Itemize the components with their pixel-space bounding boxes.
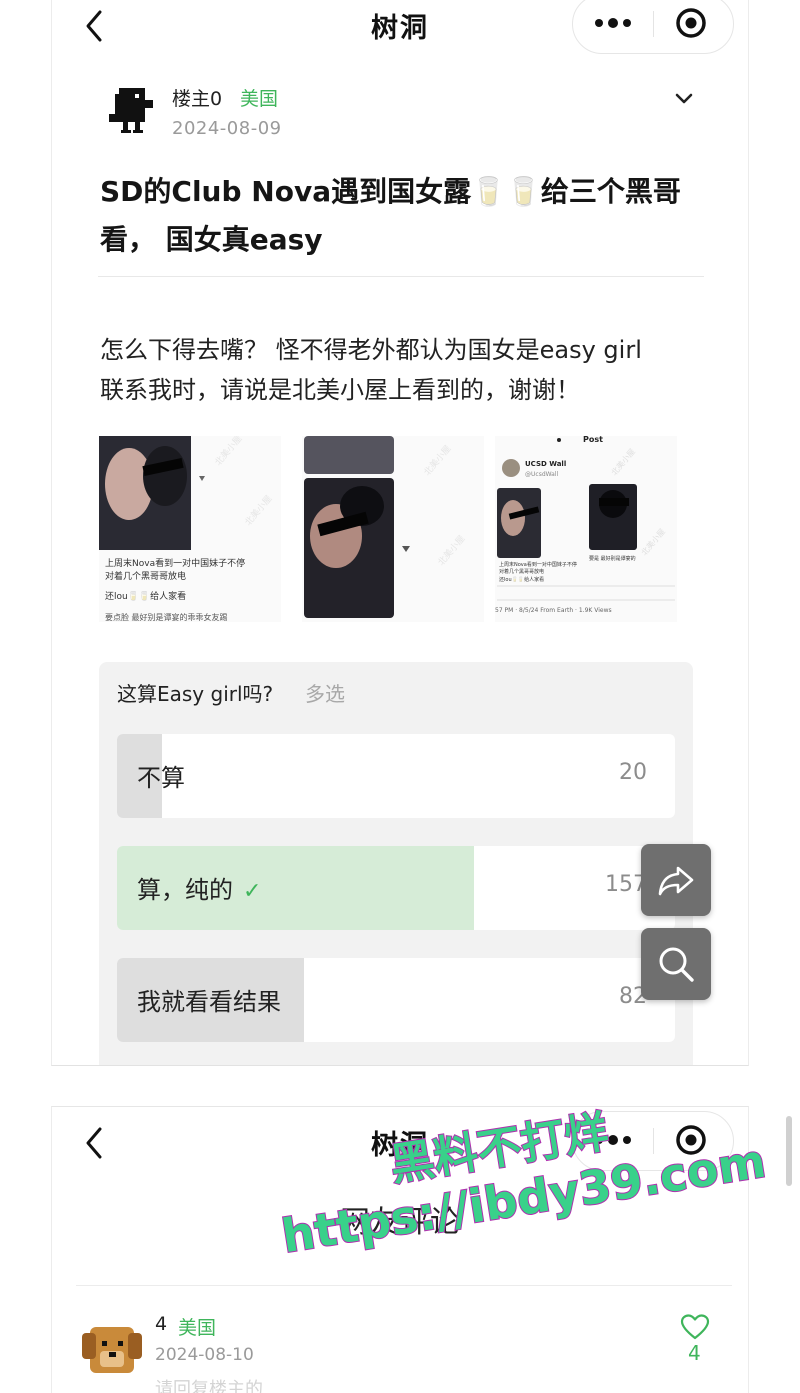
commenter-region: 美国	[178, 1317, 217, 1339]
share-icon	[658, 866, 694, 896]
like-count: 4	[688, 1341, 701, 1365]
mini-program-capsule	[572, 0, 734, 54]
image-caption: 对着几个黑哥哥放电	[499, 568, 544, 575]
check-icon: ✓	[243, 879, 262, 904]
post-body-line: 联系我时，请说是北美小屋上看到的，谢谢！	[100, 376, 580, 404]
svg-text:北美小屋: 北美小屋	[435, 533, 467, 568]
image-caption: 对着几个黑哥哥放电	[105, 570, 186, 582]
poll-option-label: 算，纯的 ✓	[137, 876, 262, 904]
account-handle: @UcsdWall	[525, 471, 559, 478]
screenshot-thumbnail: Post UCSD Wall @UcsdWall 上周末Nova看到一对中国妹子…	[495, 436, 675, 614]
image-caption: 要是 最好别是谭宴的	[589, 555, 636, 562]
section-divider	[76, 1285, 732, 1286]
more-dots-icon[interactable]	[593, 17, 633, 29]
author-avatar[interactable]	[107, 84, 157, 136]
image-caption: 还lou🥛🥛给人家看	[105, 590, 186, 602]
post-title: SD的Club Nova遇到国女露🥛🥛给三个黑哥看， 国女真easy	[100, 175, 681, 256]
svg-text:北美小屋: 北美小屋	[609, 446, 637, 477]
image-caption: 要点脸 最好别是谭宴的乖乖女友踢	[105, 612, 228, 622]
poll-option-label: 我就看看结果	[137, 988, 281, 1016]
top-nav-bar: 树洞	[52, 0, 748, 54]
commenter-avatar[interactable]	[80, 1319, 144, 1379]
poll-card: 这算Easy girl吗? 多选 不算 20 算，纯的 ✓ 157 我就看看结果 …	[99, 662, 693, 1065]
post-image-1[interactable]: 北美小屋 北美小屋 上周末Nova看到一对中国妹子不停 对着几个黑哥哥放电 还l…	[99, 436, 281, 622]
heart-icon[interactable]	[680, 1313, 710, 1341]
commenter-name: 4	[155, 1313, 168, 1335]
account-name: UCSD Wall	[525, 460, 566, 468]
chevron-down-icon[interactable]	[674, 92, 694, 106]
image-footer: 57 PM · 8/5/24 From Earth · 1.9K Views	[495, 607, 612, 614]
svg-text:北美小屋: 北美小屋	[212, 436, 244, 468]
author-region: 美国	[240, 88, 279, 110]
image-caption: 上周末Nova看到一对中国妹子不停	[105, 557, 245, 569]
post-image-2[interactable]: 北美小屋 北美小屋	[302, 436, 484, 622]
poll-option[interactable]: 我就看看结果 82	[117, 958, 675, 1042]
poll-option[interactable]: 不算 20	[117, 734, 675, 818]
author-name: 楼主0	[172, 88, 223, 110]
poll-option-label: 不算	[137, 764, 185, 792]
capsule-divider	[653, 11, 654, 37]
post-date: 2024-08-09	[172, 118, 282, 139]
svg-text:北美小屋: 北美小屋	[242, 493, 274, 528]
poll-option[interactable]: 算，纯的 ✓ 157	[117, 846, 675, 930]
search-button[interactable]	[641, 928, 711, 1000]
comment-preview: 请回复楼主的	[155, 1379, 263, 1393]
comment-date: 2024-08-10	[155, 1345, 254, 1365]
post-body: 怎么下得去嘴？ 怪不得老外都认为国女是easy girl 联系我时，请说是北美小…	[100, 330, 710, 410]
svg-text:北美小屋: 北美小屋	[639, 526, 667, 557]
search-icon	[659, 947, 694, 982]
image-caption: 上周末Nova看到一对中国妹子不停	[499, 561, 577, 568]
photo-thumbnail: 北美小屋 北美小屋 上周末Nova看到一对中国妹子不停 对着几个黑哥哥放电 还l…	[99, 436, 274, 622]
title-divider	[98, 276, 704, 277]
svg-text:北美小屋: 北美小屋	[421, 443, 453, 478]
scrollbar[interactable]	[786, 1116, 792, 1186]
post-body-line: 怎么下得去嘴？ 怪不得老外都认为国女是easy girl	[100, 336, 642, 364]
poll-type-label: 多选	[305, 682, 345, 706]
poll-question: 这算Easy girl吗?	[117, 682, 274, 706]
image-header: Post	[583, 436, 603, 444]
post-image-3[interactable]: Post UCSD Wall @UcsdWall 上周末Nova看到一对中国妹子…	[495, 436, 677, 622]
photo-thumbnail: 北美小屋 北美小屋	[304, 436, 467, 618]
image-caption: 还lou🥛🥛给人家看	[499, 576, 544, 583]
close-target-icon[interactable]	[675, 7, 707, 39]
poll-option-count: 20	[619, 760, 647, 785]
share-button[interactable]	[641, 844, 711, 916]
